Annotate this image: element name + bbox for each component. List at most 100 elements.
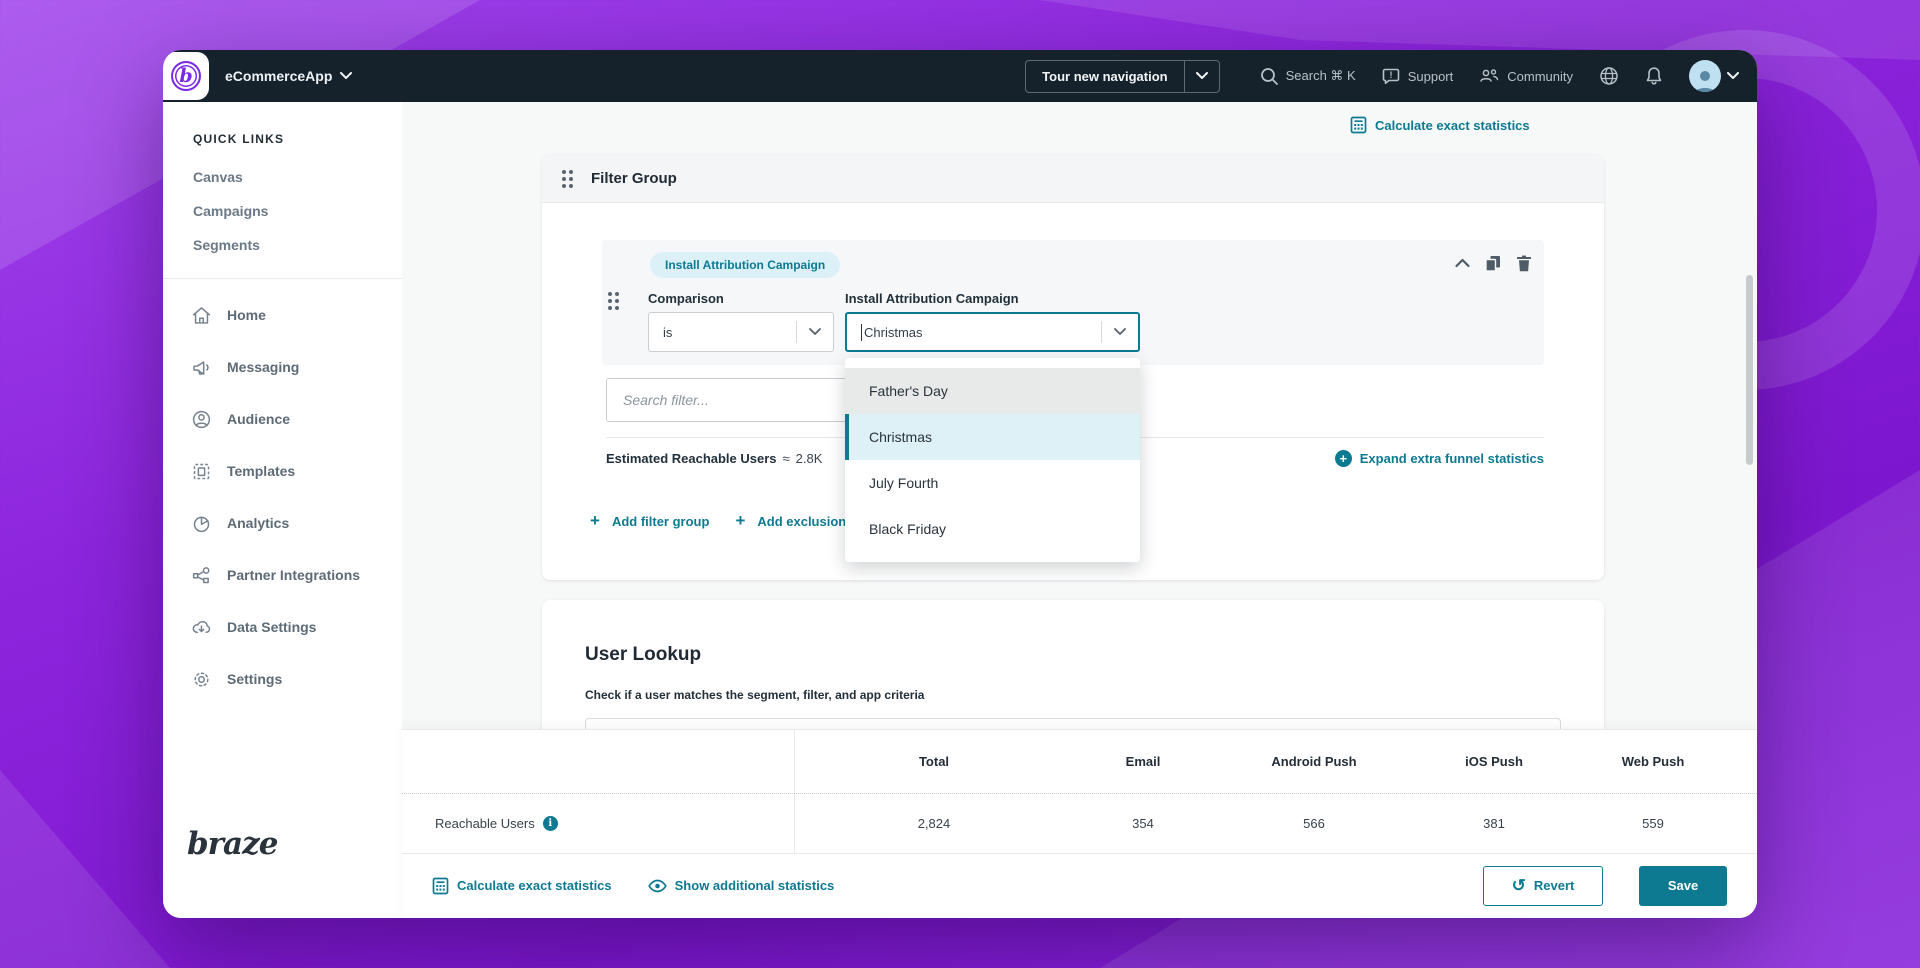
tour-new-navigation-button[interactable]: Tour new navigation <box>1025 60 1219 93</box>
braze-b-icon: b <box>171 61 201 91</box>
estimated-reachable-users: Estimated Reachable Users ≈ 2.8K <box>606 451 822 466</box>
duplicate-icon[interactable] <box>1484 254 1502 272</box>
sidebar-item-segments[interactable]: Segments <box>163 228 402 262</box>
app-switcher[interactable]: eCommerceApp <box>225 68 352 84</box>
cloud-download-icon <box>191 617 212 638</box>
cell-total: 2,824 <box>795 794 1073 853</box>
search-icon <box>1260 67 1278 85</box>
support-label: Support <box>1408 69 1454 84</box>
cell-ios-push: 381 <box>1415 794 1573 853</box>
cell-web-push: 559 <box>1573 794 1733 853</box>
sidebar-item-label: Messaging <box>227 359 299 375</box>
community-people-icon <box>1479 67 1499 85</box>
collapse-chevron-up-icon[interactable] <box>1455 258 1470 268</box>
top-nav-bar: b eCommerceApp Tour new navigation Searc… <box>163 50 1757 102</box>
home-icon <box>191 305 212 326</box>
user-lookup-subtitle: Check if a user matches the segment, fil… <box>585 688 924 702</box>
sidebar-item-templates[interactable]: Templates <box>163 445 402 497</box>
sidebar-item-label: Partner Integrations <box>227 567 360 583</box>
chevron-down-icon <box>797 328 833 336</box>
add-exclusion-link[interactable]: Add exclusion <box>757 514 846 529</box>
notifications-bell-button[interactable] <box>1645 66 1663 86</box>
info-icon[interactable]: i <box>543 816 558 831</box>
search-button[interactable]: Search ⌘ K <box>1260 67 1356 85</box>
sidebar-item-analytics[interactable]: Analytics <box>163 497 402 549</box>
braze-logo-tile[interactable]: b <box>163 52 209 100</box>
calculate-exact-statistics-link-bottom[interactable]: Calculate exact statistics <box>432 877 612 895</box>
sidebar-item-settings[interactable]: Settings <box>163 653 402 705</box>
support-button[interactable]: ! Support <box>1382 67 1454 85</box>
column-header-email: Email <box>1073 730 1213 793</box>
calculate-exact-statistics-link[interactable]: Calculate exact statistics <box>1350 116 1530 134</box>
add-filter-group-link[interactable]: Add filter group <box>612 514 710 529</box>
sidebar-item-campaigns[interactable]: Campaigns <box>163 194 402 228</box>
save-button[interactable]: Save <box>1639 866 1727 906</box>
sidebar-item-canvas[interactable]: Canvas <box>163 160 402 194</box>
stats-table-header: Total Email Android Push iOS Push Web Pu… <box>402 730 1757 794</box>
plus-icon: + <box>590 511 600 531</box>
sidebar-item-label: Analytics <box>227 515 289 531</box>
comparison-select[interactable]: is <box>648 312 834 352</box>
sidebar-item-data-settings[interactable]: Data Settings <box>163 601 402 653</box>
campaign-value-select[interactable]: Christmas <box>845 312 1140 352</box>
dropdown-option-fathers-day[interactable]: Father's Day <box>845 368 1140 414</box>
app-window: b eCommerceApp Tour new navigation Searc… <box>163 50 1757 918</box>
gear-icon <box>191 669 212 690</box>
nodes-icon <box>191 565 212 586</box>
community-button[interactable]: Community <box>1479 67 1573 85</box>
sidebar: QUICK LINKS Canvas Campaigns Segments Ho… <box>163 102 402 918</box>
cell-email: 354 <box>1073 794 1213 853</box>
language-globe-button[interactable] <box>1599 66 1619 86</box>
show-additional-statistics-link[interactable]: Show additional statistics <box>648 878 835 893</box>
filter-type-chip: Install Attribution Campaign <box>650 252 840 278</box>
main-content: Calculate exact statistics Filter Group … <box>402 102 1757 918</box>
plus-icon: + <box>735 511 745 531</box>
cell-android-push: 566 <box>1213 794 1415 853</box>
sidebar-item-home[interactable]: Home <box>163 289 402 341</box>
drag-handle-icon[interactable] <box>608 292 619 310</box>
delete-trash-icon[interactable] <box>1516 254 1532 272</box>
column-header-android-push: Android Push <box>1213 730 1415 793</box>
filter-group-title: Filter Group <box>591 170 677 187</box>
person-circle-icon <box>191 409 212 430</box>
column-header-web-push: Web Push <box>1573 730 1733 793</box>
calculator-icon <box>432 877 449 895</box>
svg-text:!: ! <box>1389 70 1392 80</box>
sidebar-item-label: Audience <box>227 411 290 427</box>
attribution-campaign-label: Install Attribution Campaign <box>845 291 1019 306</box>
chevron-down-icon <box>340 72 352 80</box>
sidebar-item-label: Templates <box>227 463 295 479</box>
table-row-reachable-users: Reachable Users i 2,824 354 566 381 559 <box>402 794 1757 854</box>
support-bubble-icon: ! <box>1382 67 1400 85</box>
dropdown-option-july-fourth[interactable]: July Fourth <box>845 460 1140 506</box>
campaign-dropdown-menu: Father's Day Christmas July Fourth Black… <box>845 358 1140 562</box>
add-links-row: + Add filter group + Add exclusion <box>590 511 846 531</box>
column-header-total: Total <box>795 730 1073 793</box>
sidebar-item-messaging[interactable]: Messaging <box>163 341 402 393</box>
scrollbar-thumb[interactable] <box>1746 275 1753 465</box>
dropdown-option-christmas[interactable]: Christmas <box>845 414 1140 460</box>
statistics-panel: Total Email Android Push iOS Push Web Pu… <box>402 729 1757 918</box>
comparison-label: Comparison <box>648 291 724 306</box>
expand-extra-funnel-statistics-link[interactable]: + Expand extra funnel statistics <box>1335 450 1544 467</box>
footer-actions: Calculate exact statistics Show addition… <box>402 854 1757 917</box>
community-label: Community <box>1507 69 1573 84</box>
chevron-down-icon[interactable] <box>1185 61 1219 92</box>
sidebar-item-label: Home <box>227 307 266 323</box>
braze-wordmark: braze <box>187 826 277 862</box>
app-name: eCommerceApp <box>225 68 332 84</box>
revert-icon: ↺ <box>1512 877 1526 894</box>
plus-circle-icon: + <box>1335 450 1352 467</box>
search-label: Search ⌘ K <box>1286 68 1356 84</box>
dropdown-option-black-friday[interactable]: Black Friday <box>845 506 1140 552</box>
drag-handle-icon[interactable] <box>562 170 573 188</box>
sidebar-item-partner-integrations[interactable]: Partner Integrations <box>163 549 402 601</box>
user-avatar <box>1689 60 1721 92</box>
calculator-icon <box>1350 116 1367 134</box>
revert-button[interactable]: ↺ Revert <box>1483 866 1603 906</box>
topbar-right-group: Search ⌘ K ! Support Community <box>1260 60 1739 92</box>
user-menu[interactable] <box>1689 60 1739 92</box>
sidebar-item-audience[interactable]: Audience <box>163 393 402 445</box>
filter-row: Install Attribution Campaign Co <box>602 240 1544 365</box>
chevron-down-icon <box>1727 72 1739 80</box>
